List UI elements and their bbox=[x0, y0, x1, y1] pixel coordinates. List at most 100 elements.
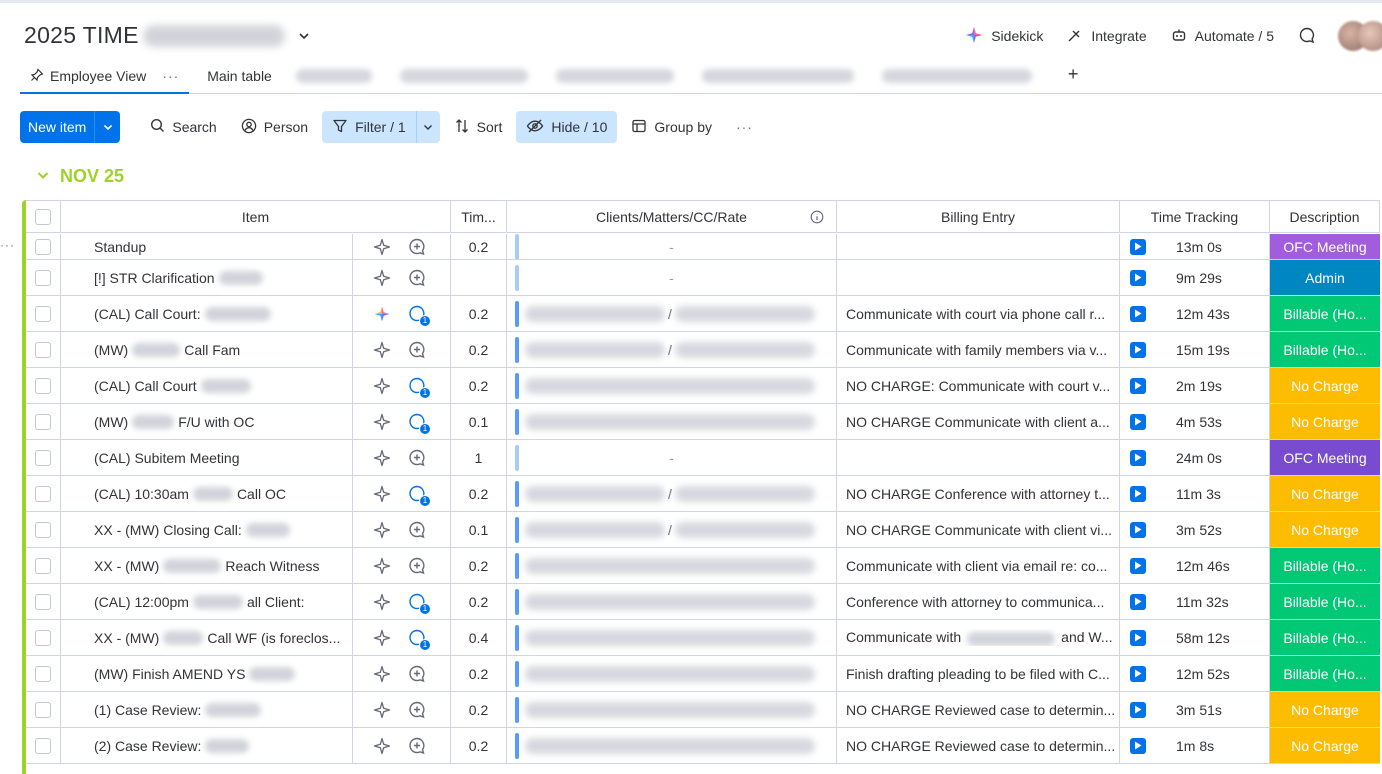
row-checkbox[interactable] bbox=[35, 341, 51, 358]
table-row[interactable]: (CAL) 12:00pm all Client: 1 0.2 Conference w… bbox=[26, 584, 1380, 620]
board-members-avatars[interactable] bbox=[1338, 21, 1382, 51]
time-tracking-cell[interactable]: 12m 52s bbox=[1120, 656, 1270, 691]
table-row[interactable]: (CAL) Call Court 1 0.2 NO CHARGE: Communica… bbox=[26, 368, 1380, 404]
updates-icon[interactable]: 1 bbox=[407, 628, 431, 651]
client-cell[interactable]: - bbox=[507, 234, 837, 259]
table-row[interactable]: XX - (MW) Closing Call: 0.1 / NO CHARGE Com… bbox=[26, 512, 1380, 548]
chevron-down-icon[interactable] bbox=[36, 166, 50, 187]
ai-sparkle-icon[interactable] bbox=[373, 269, 391, 287]
sort-button[interactable]: Sort bbox=[444, 111, 513, 143]
row-checkbox[interactable] bbox=[35, 737, 51, 754]
time-cell[interactable]: 0.2 bbox=[451, 692, 507, 727]
item-cell[interactable]: (CAL) Subitem Meeting bbox=[61, 440, 353, 475]
client-cell[interactable]: / bbox=[507, 332, 837, 367]
description-status-cell[interactable]: No Charge bbox=[1270, 692, 1380, 727]
item-cell[interactable]: XX - (MW) Reach Witness bbox=[61, 548, 353, 583]
client-cell[interactable] bbox=[507, 368, 837, 403]
table-row[interactable]: (CAL) Call Court: 1 0.2 / Communicate with c… bbox=[26, 296, 1380, 332]
play-icon[interactable] bbox=[1130, 521, 1146, 538]
redacted-tab[interactable] bbox=[701, 69, 854, 83]
ai-sparkle-icon[interactable] bbox=[373, 377, 391, 395]
time-tracking-cell[interactable]: 58m 12s bbox=[1120, 620, 1270, 655]
column-header-time[interactable]: Tim... bbox=[451, 201, 507, 233]
row-checkbox[interactable] bbox=[35, 521, 51, 538]
time-cell[interactable]: 0.2 bbox=[451, 332, 507, 367]
ai-sparkle-icon[interactable] bbox=[373, 557, 391, 575]
updates-chat-button[interactable] bbox=[1286, 20, 1328, 52]
time-tracking-cell[interactable]: 12m 43s bbox=[1120, 296, 1270, 331]
time-tracking-cell[interactable]: 15m 19s bbox=[1120, 332, 1270, 367]
item-cell[interactable]: (1) Case Review: bbox=[61, 692, 353, 727]
search-button[interactable]: Search bbox=[140, 111, 226, 143]
play-icon[interactable] bbox=[1130, 377, 1146, 394]
add-update-icon[interactable] bbox=[407, 736, 427, 756]
add-update-icon[interactable] bbox=[407, 268, 427, 288]
filter-main[interactable]: Filter / 1 bbox=[322, 111, 416, 143]
item-cell[interactable]: (CAL) 10:30am Call OC bbox=[61, 476, 353, 511]
billing-cell[interactable]: NO CHARGE Reviewed case to determin... bbox=[837, 692, 1120, 727]
client-cell[interactable] bbox=[507, 620, 837, 655]
sidekick-button[interactable]: Sidekick bbox=[953, 20, 1055, 52]
table-row[interactable]: (MW) F/U with OC 1 0.1 NO CHARGE Communicate… bbox=[26, 404, 1380, 440]
person-filter-button[interactable]: Person bbox=[231, 111, 318, 143]
client-cell[interactable] bbox=[507, 548, 837, 583]
play-icon[interactable] bbox=[1130, 557, 1146, 574]
redacted-tab[interactable] bbox=[881, 69, 1032, 83]
play-icon[interactable] bbox=[1130, 737, 1146, 754]
time-tracking-cell[interactable]: 12m 46s bbox=[1120, 548, 1270, 583]
time-cell[interactable]: 0.2 bbox=[451, 728, 507, 763]
description-status-cell[interactable]: No Charge bbox=[1270, 728, 1380, 763]
description-status-cell[interactable]: No Charge bbox=[1270, 512, 1380, 547]
play-icon[interactable] bbox=[1130, 665, 1146, 682]
play-icon[interactable] bbox=[1130, 593, 1146, 610]
billing-cell[interactable]: Communicate with court via phone call r.… bbox=[837, 296, 1120, 331]
time-tracking-cell[interactable]: 9m 29s bbox=[1120, 260, 1270, 295]
billing-cell[interactable]: NO CHARGE Communicate with client a... bbox=[837, 404, 1120, 439]
chevron-down-icon[interactable] bbox=[293, 25, 315, 47]
item-cell[interactable]: XX - (MW) Call WF (is foreclos... bbox=[61, 620, 353, 655]
column-header-tracking[interactable]: Time Tracking bbox=[1120, 201, 1270, 233]
billing-cell[interactable] bbox=[837, 260, 1120, 295]
time-cell[interactable]: 0.2 bbox=[451, 656, 507, 691]
play-icon[interactable] bbox=[1130, 413, 1146, 430]
time-cell[interactable]: 0.2 bbox=[451, 368, 507, 403]
client-cell[interactable] bbox=[507, 404, 837, 439]
time-cell[interactable] bbox=[451, 260, 507, 295]
ai-sparkle-icon[interactable] bbox=[373, 413, 391, 431]
client-cell[interactable]: / bbox=[507, 476, 837, 511]
time-tracking-cell[interactable]: 1m 8s bbox=[1120, 728, 1270, 763]
item-cell[interactable]: (2) Case Review: bbox=[61, 728, 353, 763]
table-row[interactable]: (CAL) 10:30am Call OC 1 0.2 / NO CHARGE Confe… bbox=[26, 476, 1380, 512]
column-header-description[interactable]: Description bbox=[1270, 201, 1380, 233]
ai-sparkle-icon[interactable] bbox=[373, 629, 391, 647]
automate-button[interactable]: Automate / 5 bbox=[1159, 20, 1286, 52]
description-status-cell[interactable]: No Charge bbox=[1270, 476, 1380, 511]
description-status-cell[interactable]: No Charge bbox=[1270, 368, 1380, 403]
ai-sparkle-icon[interactable] bbox=[373, 485, 391, 503]
play-icon[interactable] bbox=[1130, 269, 1146, 286]
redacted-tab[interactable] bbox=[399, 69, 528, 83]
client-cell[interactable]: / bbox=[507, 296, 837, 331]
row-checkbox[interactable] bbox=[35, 305, 51, 322]
item-cell[interactable]: Standup bbox=[61, 234, 353, 259]
table-row[interactable]: (1) Case Review: 0.2 NO CHARGE Reviewed ca… bbox=[26, 692, 1380, 728]
time-cell[interactable]: 0.2 bbox=[451, 548, 507, 583]
time-cell[interactable]: 0.2 bbox=[451, 476, 507, 511]
time-tracking-cell[interactable]: 13m 0s bbox=[1120, 234, 1270, 259]
row-checkbox[interactable] bbox=[35, 449, 51, 466]
time-cell[interactable]: 1 bbox=[451, 440, 507, 475]
row-checkbox[interactable] bbox=[35, 238, 51, 255]
item-cell[interactable]: (CAL) Call Court: bbox=[61, 296, 353, 331]
add-update-icon[interactable] bbox=[407, 520, 427, 540]
board-title[interactable]: 2025 TIME bbox=[24, 22, 315, 49]
item-cell[interactable]: XX - (MW) Closing Call: bbox=[61, 512, 353, 547]
play-icon[interactable] bbox=[1130, 629, 1146, 646]
description-status-cell[interactable]: Billable (Ho... bbox=[1270, 656, 1380, 691]
time-cell[interactable]: 0.4 bbox=[451, 620, 507, 655]
play-icon[interactable] bbox=[1130, 238, 1146, 255]
item-cell[interactable]: [!] STR Clarification bbox=[61, 260, 353, 295]
description-status-cell[interactable]: Admin bbox=[1270, 260, 1380, 295]
updates-icon[interactable]: 1 bbox=[407, 376, 431, 399]
client-cell[interactable]: - bbox=[507, 440, 837, 475]
time-tracking-cell[interactable]: 3m 52s bbox=[1120, 512, 1270, 547]
